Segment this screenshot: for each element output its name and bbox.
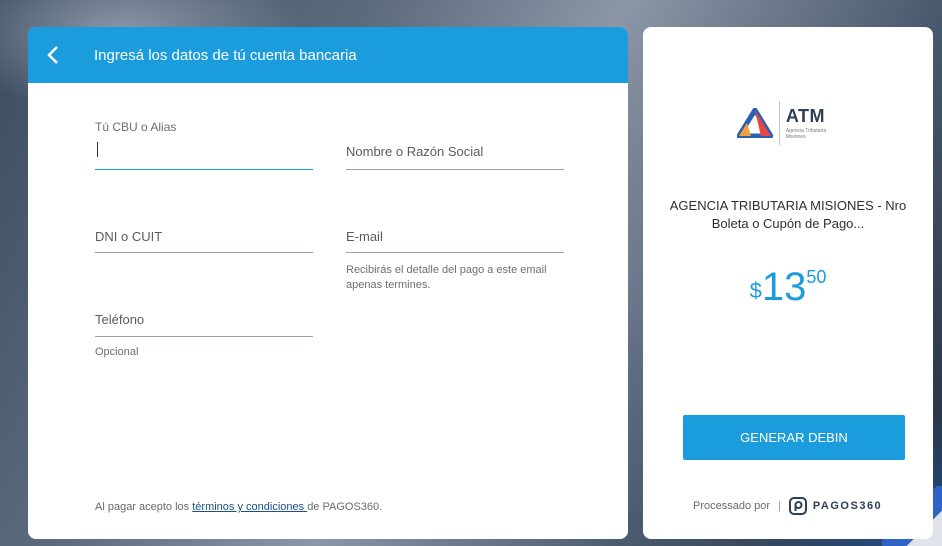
name-placeholder: Nombre o Razón Social [346,144,484,159]
atm-name: ATM [785,106,825,126]
amount-integer: 13 [761,265,807,309]
terms-link[interactable]: términos y condiciones [192,501,307,513]
pagos360-wordmark: PAGOS360 [812,500,883,512]
name-underline [346,169,564,170]
cbu-label: Tú CBU o Alias [95,120,177,134]
generate-debin-button[interactable]: GENERAR DEBIN [683,415,905,460]
atm-logo: ATM Agencia Tributaria Misiones [737,95,847,151]
phone-underline [95,336,313,337]
merchant-name: AGENCIA TRIBUTARIA MISIONES - Nro Boleta… [669,198,907,231]
amount-decimal: 50 [806,267,827,287]
atm-subtitle: Agencia Tributaria Misiones [785,128,827,140]
bank-form-card: Ingresá los datos de tú cuenta bancaria … [28,27,628,539]
amount-currency: $ [749,278,762,303]
email-placeholder: E-mail [346,229,383,244]
email-field[interactable]: E-mail Recibirás el detalle del pago a e… [346,227,564,297]
pagos360-logo-icon [788,497,807,515]
form-header: Ingresá los datos de tú cuenta bancaria [28,27,628,83]
processed-by: Processado por | PAGOS360 [693,497,882,515]
terms-suffix: de PAGOS360. [307,501,383,513]
phone-field[interactable]: Teléfono Opcional [95,312,313,360]
atm-wordmark: ATM Agencia Tributaria Misiones [786,106,847,140]
processed-by-label: Processado por [693,500,771,512]
terms-prefix: Al pagar acepto los [95,501,193,513]
atm-triangle-icon [737,108,773,138]
back-button[interactable] [28,27,78,83]
form-title: Ingresá los datos de tú cuenta bancaria [94,46,357,64]
terms-text: Al pagar acepto los términos y condicion… [95,501,382,513]
payment-summary-card: ATM Agencia Tributaria Misiones AGENCIA … [643,27,933,539]
dni-placeholder: DNI o CUIT [95,229,163,244]
dni-field[interactable]: DNI o CUIT [95,227,313,255]
dni-underline [95,252,313,253]
cbu-field[interactable]: Tú CBU o Alias [95,120,313,172]
phone-hint: Opcional [95,346,139,358]
chevron-left-icon [47,46,58,64]
email-hint: Recibirás el detalle del pago a este ema… [346,264,547,291]
payment-amount: $1350 [643,265,933,310]
name-field[interactable]: Nombre o Razón Social [346,142,564,172]
email-underline [346,252,564,253]
phone-placeholder: Teléfono [95,312,145,327]
text-cursor [97,142,98,157]
processed-separator: | [778,500,781,512]
cbu-underline [95,169,313,170]
logo-divider [778,101,780,145]
